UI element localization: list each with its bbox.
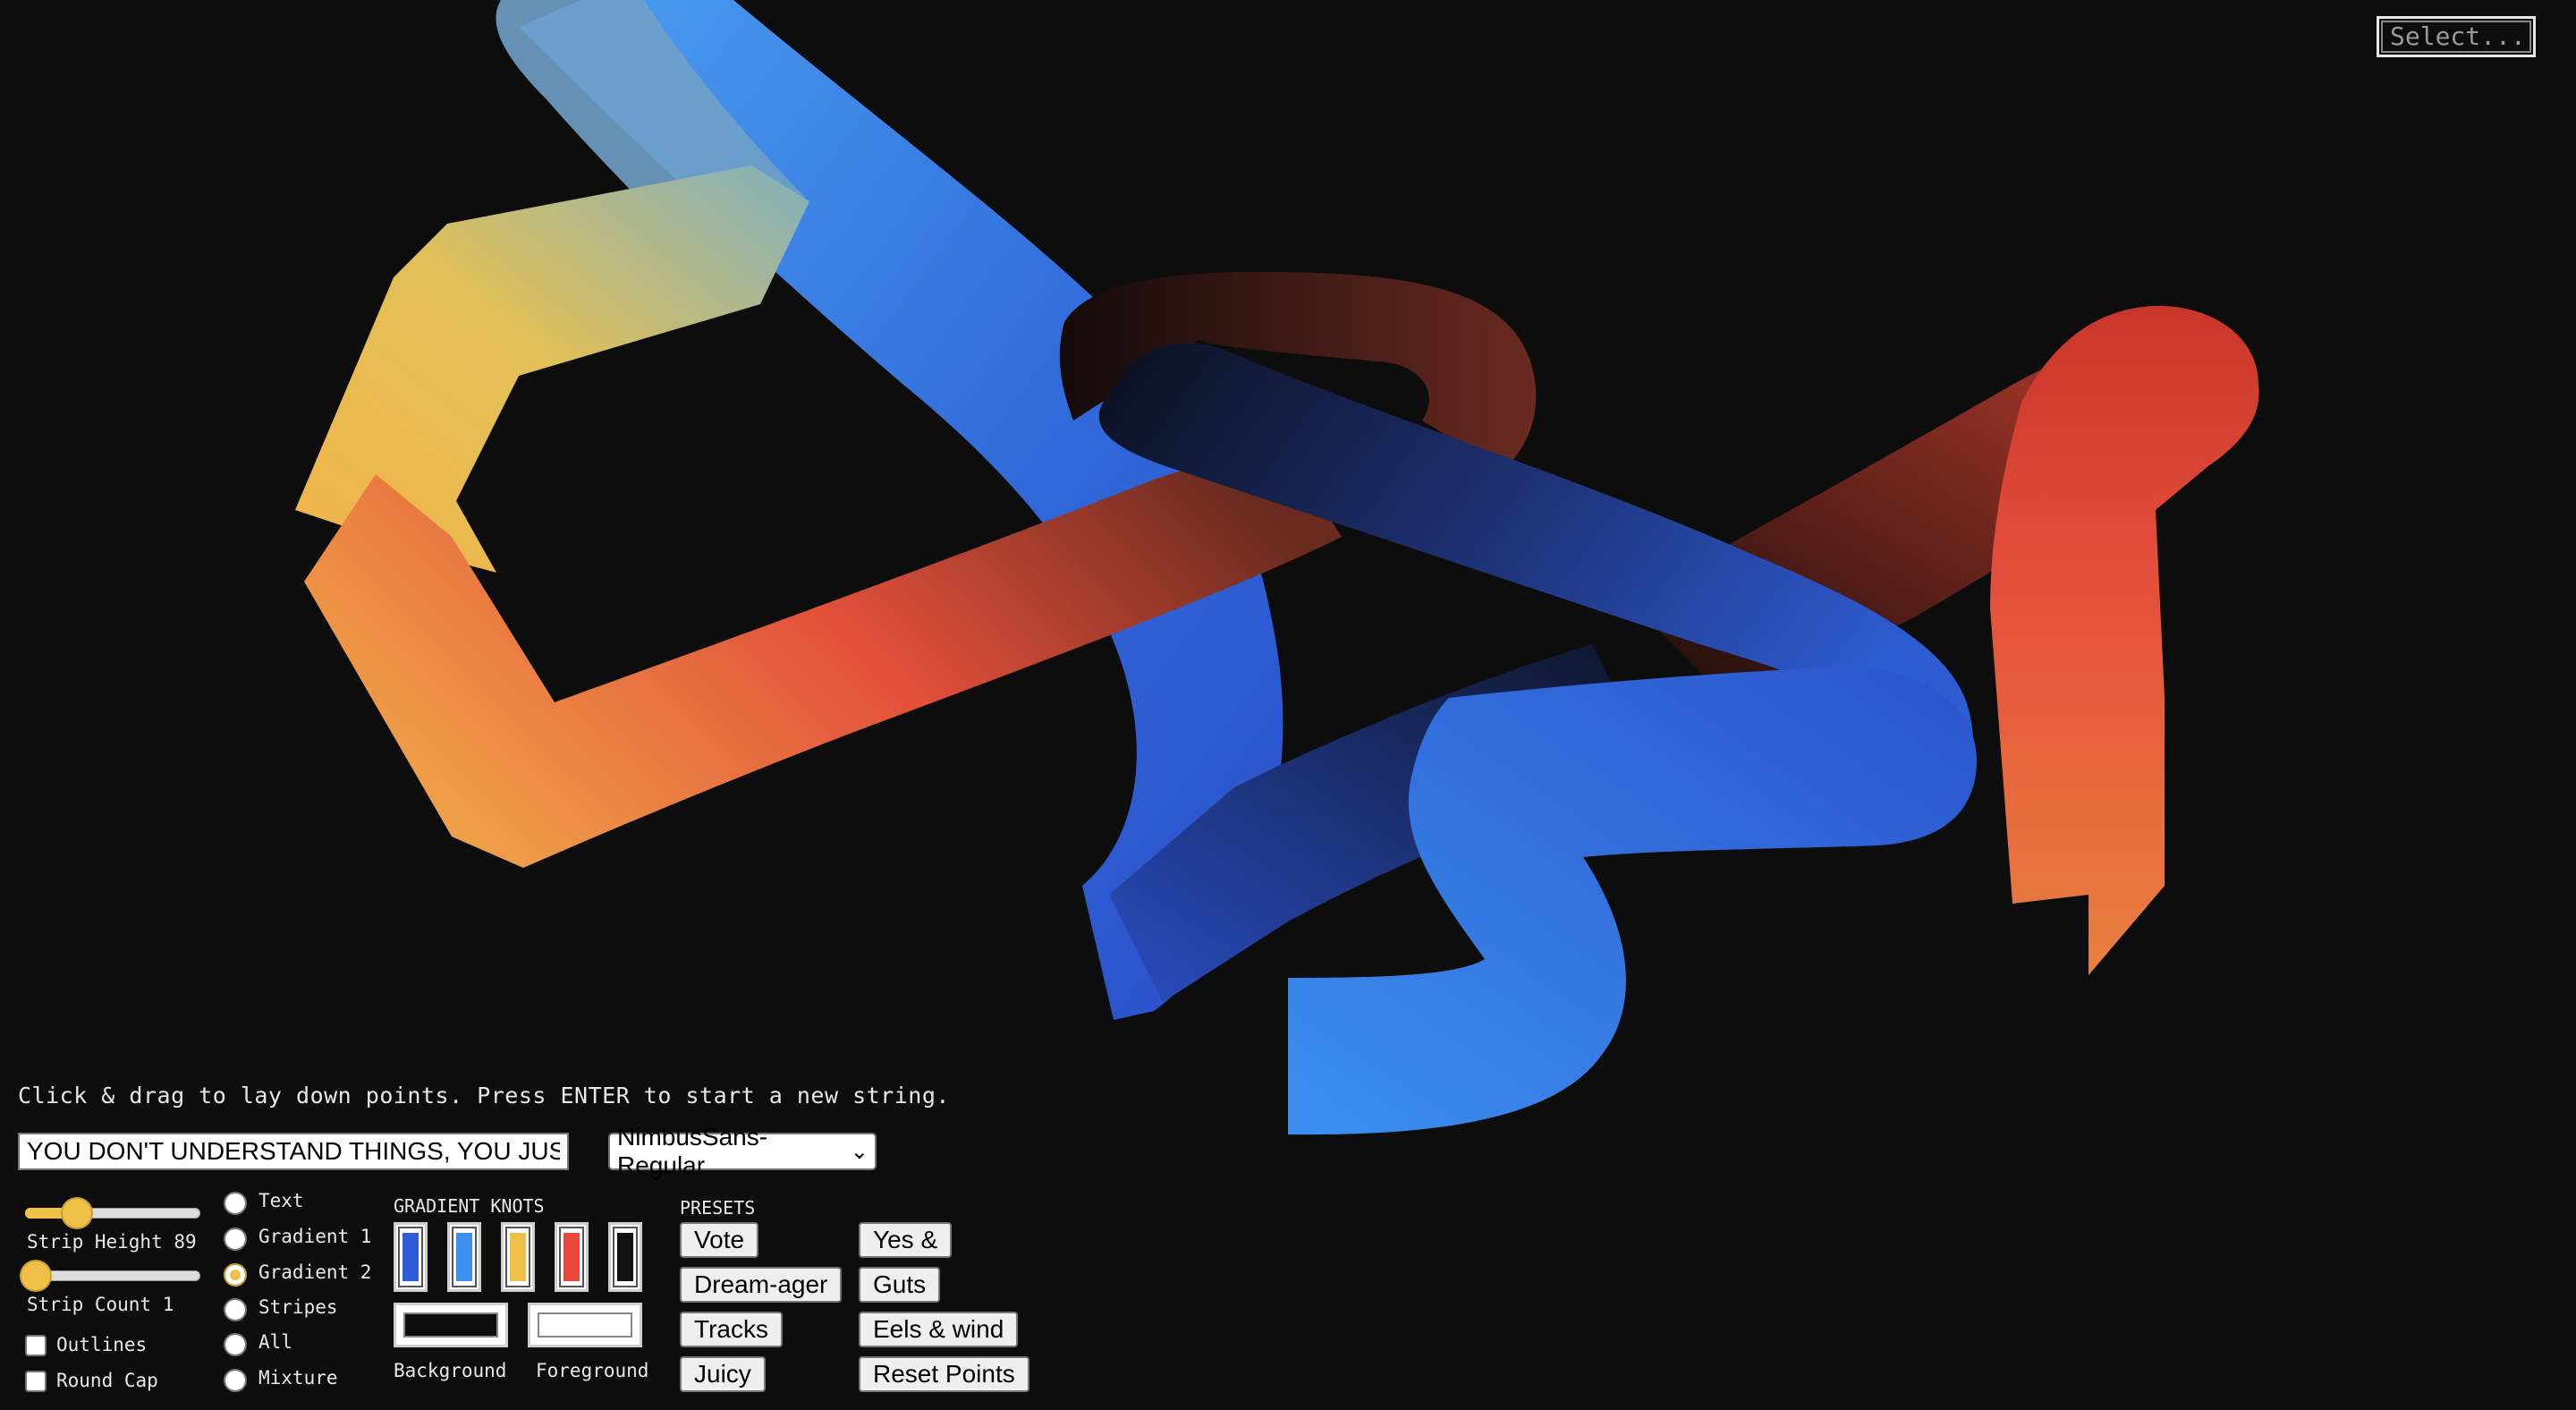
- foreground-label: Foreground: [536, 1360, 649, 1381]
- preset-vote-button[interactable]: Vote: [680, 1222, 759, 1258]
- mode-label-stripes: Stripes: [258, 1296, 338, 1318]
- preset-dream-ager-button[interactable]: Dream-ager: [680, 1267, 843, 1303]
- mode-label-mixture: Mixture: [258, 1367, 338, 1389]
- gradient-knot-swatch-3[interactable]: [501, 1222, 535, 1292]
- gradient-knot-swatch-4[interactable]: [555, 1222, 589, 1292]
- font-select-value: NimbusSans-Regular: [617, 1123, 768, 1179]
- strip-height-slider[interactable]: [25, 1199, 200, 1227]
- mode-radio-gradient-1[interactable]: [224, 1227, 247, 1251]
- mode-label-all: All: [258, 1331, 292, 1353]
- chevron-down-icon: ⌄: [850, 1139, 869, 1164]
- knot-color-4: [564, 1233, 580, 1281]
- font-select[interactable]: NimbusSans-Regular ⌄: [608, 1123, 877, 1179]
- mode-label-gradient-2: Gradient 2: [258, 1261, 372, 1283]
- preset-guts-button[interactable]: Guts: [859, 1267, 941, 1303]
- reset-points-button[interactable]: Reset Points: [859, 1356, 1030, 1392]
- mode-radio-gradient-2[interactable]: [224, 1263, 247, 1287]
- instructions-text: Click & drag to lay down points. Press E…: [18, 1083, 950, 1108]
- round-cap-label: Round Cap: [56, 1370, 158, 1391]
- background-color-fill: [403, 1312, 498, 1338]
- mode-radio-all[interactable]: [224, 1333, 247, 1356]
- mode-radio-mixture[interactable]: [224, 1369, 247, 1392]
- strip-count-thumb[interactable]: [21, 1261, 50, 1290]
- mode-radio-text[interactable]: [224, 1192, 247, 1215]
- knot-color-2: [456, 1233, 472, 1281]
- preset-tracks-button[interactable]: Tracks: [680, 1312, 783, 1347]
- gradient-knots-title: GRADIENT KNOTS: [394, 1195, 545, 1217]
- mode-radio-stripes[interactable]: [224, 1298, 247, 1321]
- gradient-knot-swatch-1[interactable]: [394, 1222, 428, 1292]
- mode-label-gradient-1: Gradient 1: [258, 1226, 372, 1247]
- top-select-placeholder: Select...: [2390, 21, 2526, 51]
- knot-color-3: [510, 1233, 526, 1281]
- knot-color-1: [402, 1233, 419, 1281]
- foreground-color-swatch[interactable]: [528, 1303, 642, 1347]
- preset-eels-and-wind-button[interactable]: Eels & wind: [859, 1312, 1019, 1347]
- outlines-label: Outlines: [56, 1334, 148, 1355]
- preset-yes-and-button[interactable]: Yes &: [859, 1222, 953, 1258]
- gradient-knot-swatch-2[interactable]: [447, 1222, 481, 1292]
- strip-height-thumb[interactable]: [63, 1199, 91, 1227]
- string-text-input[interactable]: [18, 1133, 569, 1170]
- drawing-canvas[interactable]: [0, 0, 2576, 1410]
- foreground-color-fill: [538, 1312, 632, 1338]
- gradient-knot-swatch-5[interactable]: [608, 1222, 642, 1292]
- background-label: Background: [394, 1360, 507, 1381]
- presets-title: PRESETS: [680, 1197, 756, 1219]
- background-color-swatch[interactable]: [394, 1303, 508, 1347]
- top-select[interactable]: Select...: [2377, 16, 2536, 57]
- ribbon-artwork: [295, 0, 2259, 1135]
- mode-label-text: Text: [258, 1190, 304, 1211]
- outlines-checkbox[interactable]: [25, 1335, 47, 1356]
- strip-height-label: Strip Height 89: [27, 1231, 197, 1253]
- strip-count-slider[interactable]: [21, 1261, 200, 1290]
- knot-color-5: [617, 1233, 633, 1281]
- round-cap-checkbox[interactable]: [25, 1371, 47, 1392]
- strip-count-label: Strip Count 1: [27, 1294, 174, 1315]
- preset-juicy-button[interactable]: Juicy: [680, 1356, 766, 1392]
